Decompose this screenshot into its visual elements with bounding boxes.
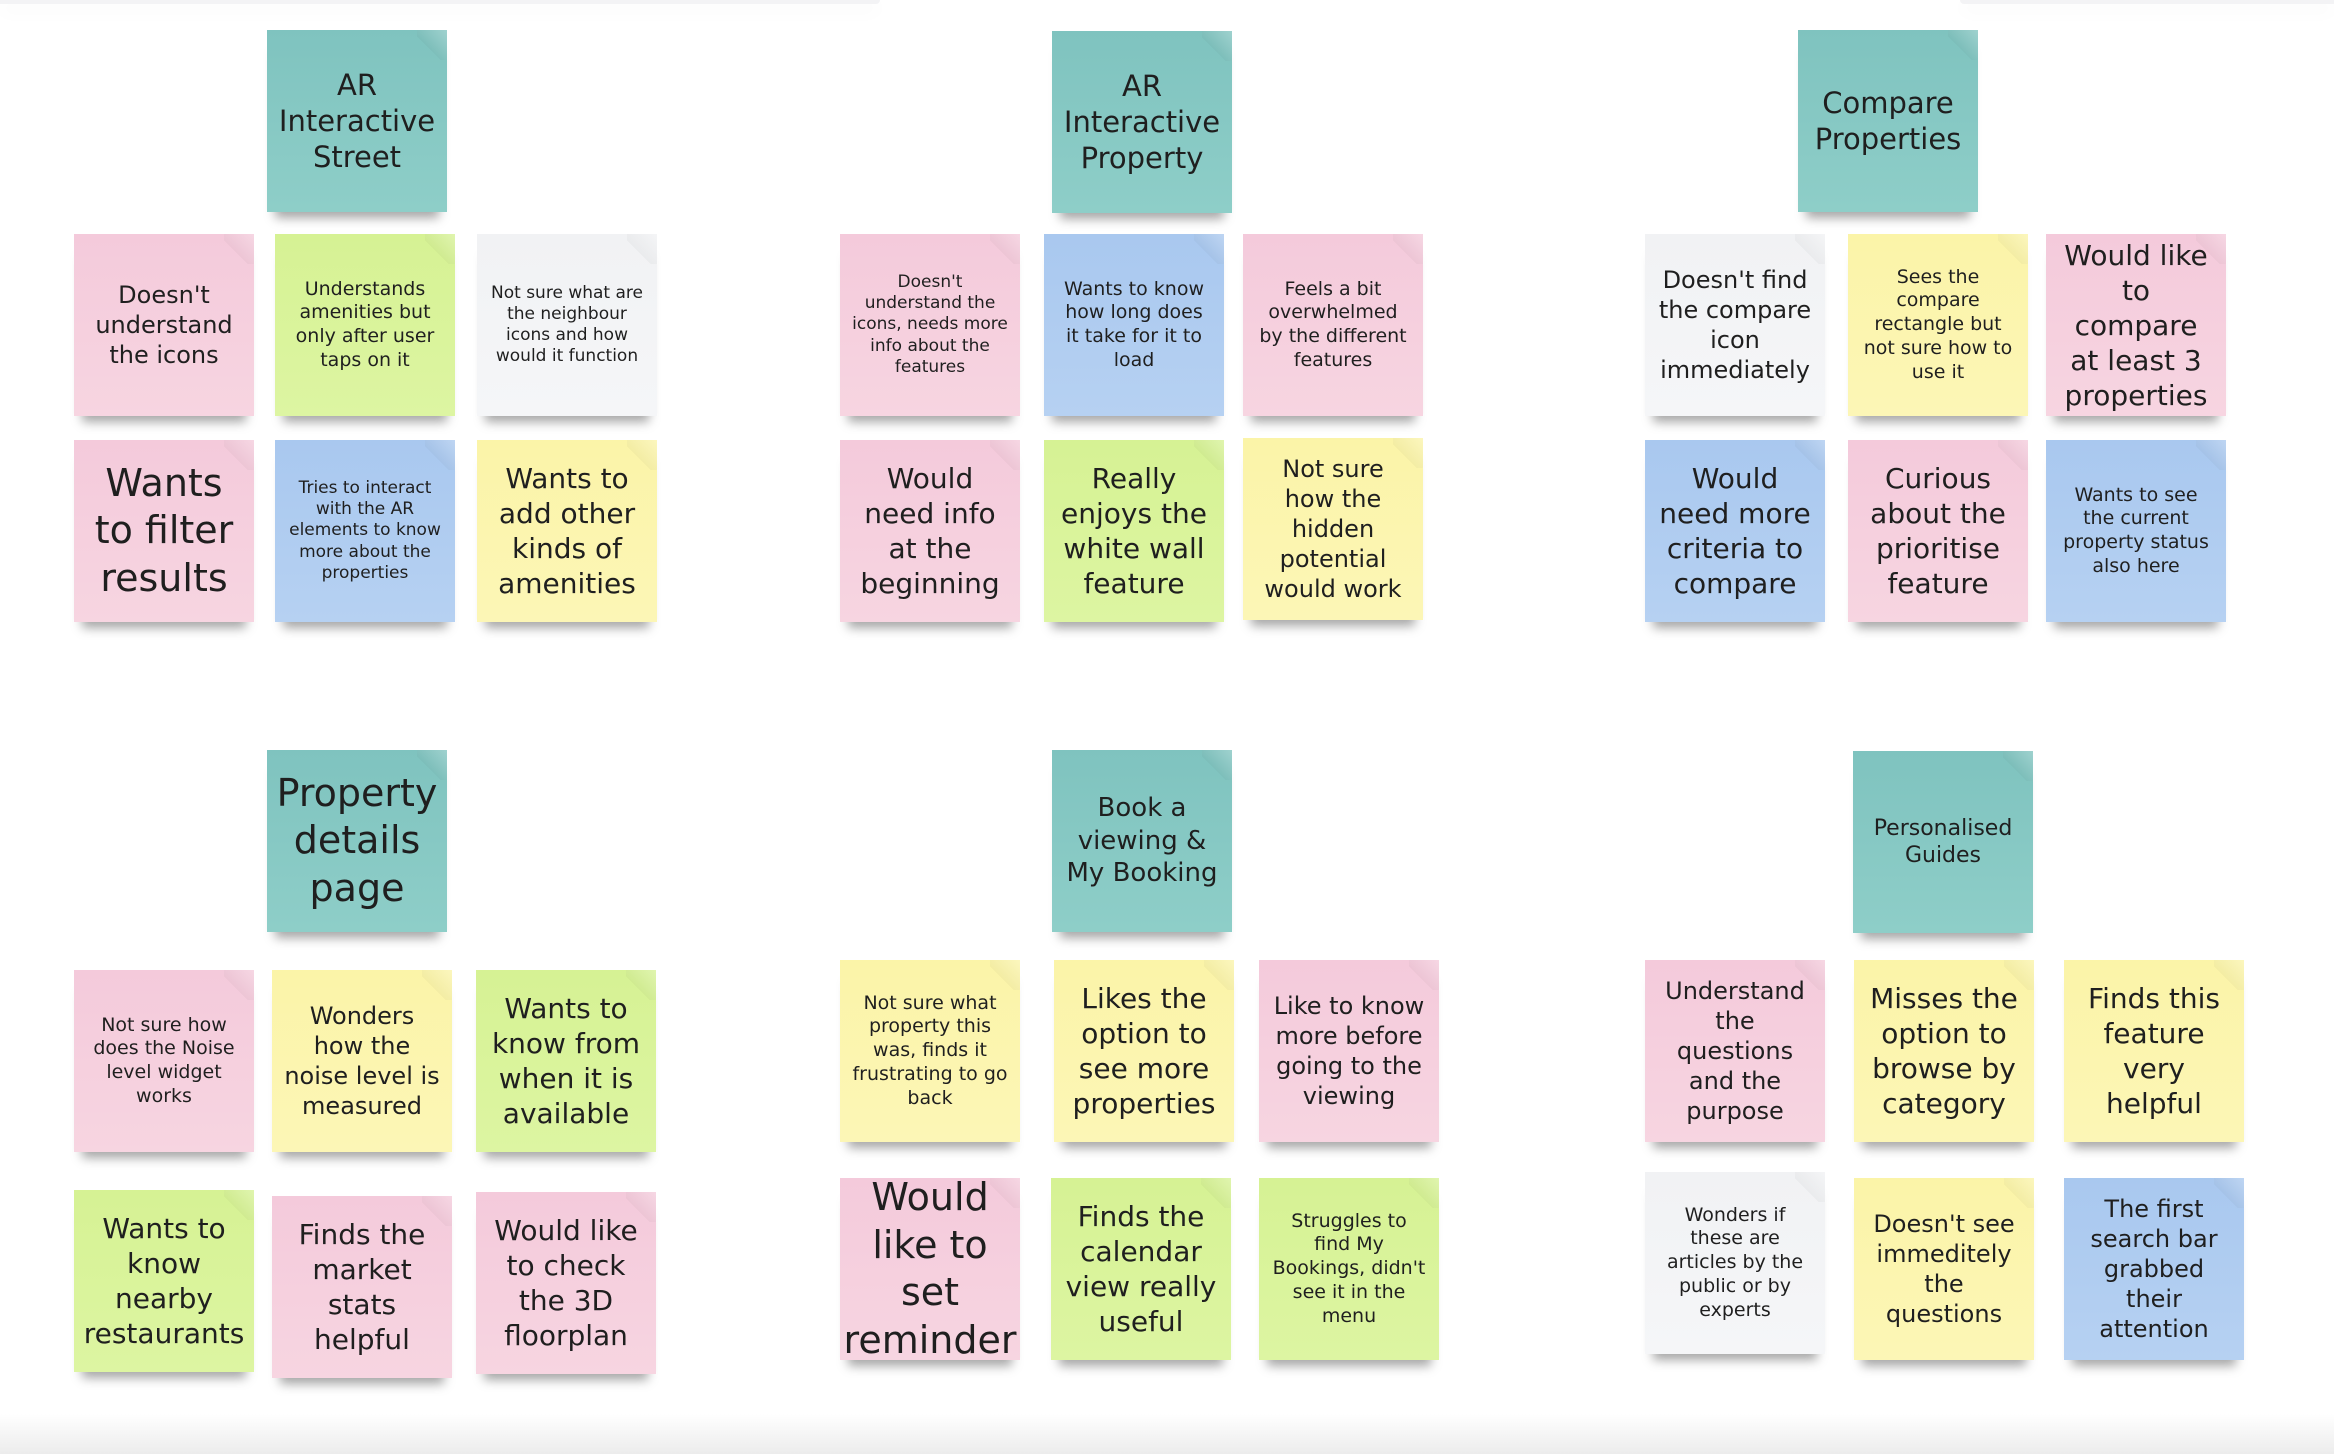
- sticky-note[interactable]: Doesn't understand the icons: [74, 234, 254, 416]
- note-text: Really enjoys the white wall feature: [1061, 462, 1207, 600]
- note-text: Understands amenities but only after use…: [295, 277, 435, 371]
- note-text: Doesn't find the compare icon immediatel…: [1658, 266, 1812, 384]
- cluster-header-sticky[interactable]: Property details page: [267, 750, 447, 932]
- note-text: Doesn't understand the icons, needs more…: [852, 271, 1008, 377]
- note-text: Understand the questions and the purpose: [1665, 977, 1805, 1125]
- cluster-title: AR Interactive Property: [1063, 68, 1221, 176]
- note-text: Sees the compare rectangle but not sure …: [1863, 265, 2013, 383]
- sticky-note[interactable]: Tries to interact with the AR elements t…: [275, 440, 455, 622]
- note-text: Finds this feature very helpful: [2088, 982, 2220, 1120]
- note-text: Doesn't see immeditely the questions: [1873, 1210, 2015, 1328]
- cluster-header-sticky[interactable]: Personalised Guides: [1853, 751, 2033, 933]
- whiteboard-canvas[interactable]: AR Interactive Street Doesn't understand…: [0, 0, 2334, 1454]
- note-text: Wants to add other kinds of amenities: [498, 462, 636, 600]
- sticky-note[interactable]: Finds the market stats helpful: [272, 1196, 452, 1378]
- sticky-note[interactable]: Wonders how the noise level is measured: [272, 970, 452, 1152]
- note-text: Curious about the prioritise feature: [1870, 462, 2006, 600]
- sticky-note[interactable]: Finds the calendar view really useful: [1051, 1178, 1231, 1360]
- note-text: Wonders how the noise level is measured: [284, 1002, 440, 1120]
- sticky-note[interactable]: Wants to know how long does it take for …: [1044, 234, 1224, 416]
- sticky-note[interactable]: Wants to know from when it is available: [476, 970, 656, 1152]
- sticky-note[interactable]: Wants to filter results: [74, 440, 254, 622]
- sticky-note[interactable]: Would like to check the 3D floorplan: [476, 1192, 656, 1374]
- sticky-note[interactable]: Misses the option to browse by category: [1854, 960, 2034, 1142]
- note-text: Wants to see the current property status…: [2063, 483, 2209, 577]
- note-text: Not sure how does the Noise level widget…: [93, 1013, 235, 1107]
- sticky-note[interactable]: Understand the questions and the purpose: [1645, 960, 1825, 1142]
- canvas-bottom-edge: [0, 1414, 2334, 1454]
- note-text: Would need more criteria to compare: [1659, 462, 1811, 600]
- sticky-note[interactable]: Likes the option to see more properties: [1054, 960, 1234, 1142]
- note-text: Feels a bit overwhelmed by the different…: [1259, 277, 1407, 371]
- note-text: Misses the option to browse by category: [1870, 982, 2018, 1120]
- sticky-note[interactable]: Wants to know nearby restaurants: [74, 1190, 254, 1372]
- note-text: Tries to interact with the AR elements t…: [289, 477, 441, 583]
- note-text: Wants to know nearby restaurants: [83, 1212, 245, 1350]
- sticky-note[interactable]: Wonders if these are articles by the pub…: [1645, 1172, 1825, 1354]
- sticky-note[interactable]: Would like to set reminder: [840, 1175, 1020, 1362]
- note-text: Not sure what are the neighbour icons an…: [491, 282, 643, 367]
- note-text: Not sure how the hidden potential would …: [1264, 455, 1402, 603]
- note-text: Would like to check the 3D floorplan: [494, 1214, 638, 1352]
- sticky-note[interactable]: Doesn't see immeditely the questions: [1854, 1178, 2034, 1360]
- note-text: Like to know more before going to the vi…: [1273, 992, 1425, 1110]
- note-text: Would like to set reminder: [843, 1175, 1017, 1362]
- note-text: Likes the option to see more properties: [1072, 982, 1216, 1120]
- cluster-title: Book a viewing & My Booking: [1066, 793, 1218, 889]
- cluster-header-sticky[interactable]: Compare Properties: [1798, 30, 1978, 212]
- note-text: Not sure what property this was, finds i…: [852, 991, 1008, 1109]
- cluster-title: Compare Properties: [1814, 85, 1962, 156]
- sticky-note[interactable]: Wants to add other kinds of amenities: [477, 440, 657, 622]
- note-text: Wants to filter results: [94, 460, 234, 600]
- cluster-title: AR Interactive Street: [278, 67, 436, 175]
- sticky-note[interactable]: Wants to see the current property status…: [2046, 440, 2226, 622]
- sticky-note[interactable]: Struggles to find My Bookings, didn't se…: [1259, 1178, 1439, 1360]
- cluster-header-sticky[interactable]: AR Interactive Street: [267, 30, 447, 212]
- note-text: The first search bar grabbed their atten…: [2090, 1195, 2218, 1343]
- note-text: Wonders if these are articles by the pub…: [1666, 1203, 1804, 1321]
- cluster-title: Property details page: [276, 770, 438, 910]
- note-text: Would need info at the beginning: [860, 462, 1000, 600]
- cluster-title: Personalised Guides: [1873, 815, 2013, 869]
- sticky-note[interactable]: Not sure how does the Noise level widget…: [74, 970, 254, 1152]
- sticky-note[interactable]: Really enjoys the white wall feature: [1044, 440, 1224, 622]
- cluster-header-sticky[interactable]: Book a viewing & My Booking: [1052, 750, 1232, 932]
- note-text: Would like to compare at least 3 propert…: [2064, 238, 2208, 412]
- sticky-note[interactable]: Would need more criteria to compare: [1645, 440, 1825, 622]
- sticky-note[interactable]: Not sure what are the neighbour icons an…: [477, 234, 657, 416]
- sticky-note[interactable]: Would need info at the beginning: [840, 440, 1020, 622]
- sticky-note[interactable]: Not sure how the hidden potential would …: [1243, 438, 1423, 620]
- sticky-note[interactable]: Sees the compare rectangle but not sure …: [1848, 234, 2028, 416]
- sticky-note[interactable]: The first search bar grabbed their atten…: [2064, 1178, 2244, 1360]
- sticky-note[interactable]: Would like to compare at least 3 propert…: [2046, 234, 2226, 416]
- note-text: Struggles to find My Bookings, didn't se…: [1272, 1209, 1426, 1327]
- cluster-header-sticky[interactable]: AR Interactive Property: [1052, 31, 1232, 213]
- note-text: Doesn't understand the icons: [95, 281, 233, 369]
- sticky-note[interactable]: Like to know more before going to the vi…: [1259, 960, 1439, 1142]
- note-text: Wants to know from when it is available: [491, 992, 641, 1130]
- sticky-note[interactable]: Doesn't understand the icons, needs more…: [840, 234, 1020, 416]
- sticky-note[interactable]: Understands amenities but only after use…: [275, 234, 455, 416]
- note-text: Finds the market stats helpful: [298, 1218, 426, 1356]
- sticky-note[interactable]: Feels a bit overwhelmed by the different…: [1243, 234, 1423, 416]
- sticky-note[interactable]: Doesn't find the compare icon immediatel…: [1645, 234, 1825, 416]
- sticky-note[interactable]: Curious about the prioritise feature: [1848, 440, 2028, 622]
- sticky-note[interactable]: Not sure what property this was, finds i…: [840, 960, 1020, 1142]
- note-text: Finds the calendar view really useful: [1065, 1200, 1217, 1338]
- sticky-note[interactable]: Finds this feature very helpful: [2064, 960, 2244, 1142]
- note-text: Wants to know how long does it take for …: [1064, 277, 1204, 371]
